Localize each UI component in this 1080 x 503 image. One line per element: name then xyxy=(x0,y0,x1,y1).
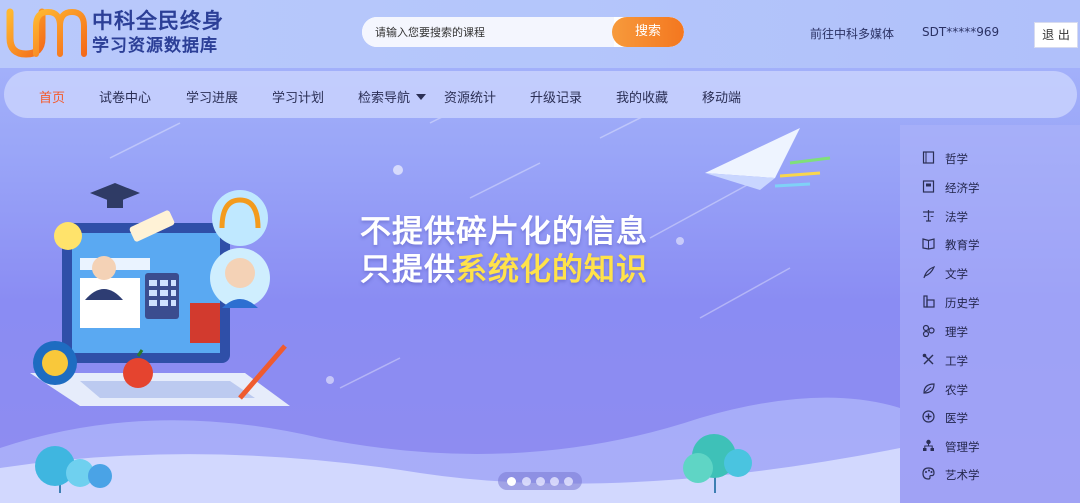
nav-item-search-nav-label: 检索导航 xyxy=(358,91,411,106)
logo-title[interactable]: 中科全民终身 学习资源数据库 xyxy=(92,9,224,59)
category-label: 教育学 xyxy=(945,238,980,252)
category-label: 文学 xyxy=(945,267,968,281)
carousel-indicator xyxy=(498,472,582,490)
org-chart-icon xyxy=(923,439,934,451)
carousel-dot[interactable] xyxy=(522,477,531,486)
nav-item-search-nav[interactable]: 检索导航 xyxy=(358,87,427,106)
ledger-icon xyxy=(922,180,935,193)
nav-item-mobile[interactable]: 移动端 xyxy=(702,87,741,106)
search-input[interactable] xyxy=(362,17,614,47)
search-bar: 搜索 xyxy=(362,17,684,47)
media-link[interactable]: 前往中科多媒体 xyxy=(810,25,894,42)
category-label: 医学 xyxy=(945,411,968,425)
banner-slogan: 不提供碎片化的信息 只提供系统化的知识 xyxy=(360,213,648,289)
carousel-dot[interactable] xyxy=(564,477,573,486)
category-label: 历史学 xyxy=(945,296,980,310)
quill-icon xyxy=(923,266,935,279)
tools-icon xyxy=(922,353,934,365)
carousel-dot[interactable] xyxy=(536,477,545,486)
nav-item-progress[interactable]: 学习进展 xyxy=(186,87,238,106)
medical-cross-icon xyxy=(922,410,935,423)
banner-illustration xyxy=(0,77,900,503)
leaf-icon xyxy=(923,383,935,394)
category-label: 管理学 xyxy=(945,440,980,454)
category-label: 农学 xyxy=(945,383,968,397)
slogan-highlight: 系统化的知识 xyxy=(456,252,648,288)
search-button[interactable]: 搜索 xyxy=(612,17,684,47)
nav-item-home[interactable]: 首页 xyxy=(39,87,65,106)
category-panel: 哲学 经济学 法学 教育学 文学 历史学 理学 工学 农学 医学 管理学 艺术学 xyxy=(900,125,1080,503)
book-icon xyxy=(922,151,935,164)
nav-item-resource-stats[interactable]: 资源统计 xyxy=(444,87,496,106)
category-label: 哲学 xyxy=(945,152,968,166)
nav-item-exam-center[interactable]: 试卷中心 xyxy=(99,87,151,106)
logo-icon[interactable] xyxy=(6,6,88,60)
scroll-icon xyxy=(923,295,935,308)
nav-item-favorites[interactable]: 我的收藏 xyxy=(616,87,668,106)
palette-icon xyxy=(922,467,935,480)
hero-banner[interactable]: 不提供碎片化的信息 只提供系统化的知识 xyxy=(0,77,900,503)
slogan-line2: 只提供系统化的知识 xyxy=(360,251,648,289)
logout-button[interactable]: 退 出 xyxy=(1034,22,1078,48)
main-nav: 首页 试卷中心 学习进展 学习计划 检索导航 资源统计 升级记录 我的收藏 移动… xyxy=(4,71,1077,118)
scales-icon xyxy=(923,210,934,222)
paper-plane-icon xyxy=(705,128,831,190)
top-header: 中科全民终身 学习资源数据库 搜索 前往中科多媒体 SDT*****969 退 … xyxy=(0,0,1080,68)
category-label: 艺术学 xyxy=(945,468,980,482)
logo-title-line1: 中科全民终身 xyxy=(92,9,224,33)
carousel-dot[interactable] xyxy=(507,477,516,486)
slogan-line2-prefix: 只提供 xyxy=(360,252,456,288)
nav-item-upgrade-log[interactable]: 升级记录 xyxy=(530,87,582,106)
category-label: 法学 xyxy=(945,210,968,224)
atom-icon xyxy=(922,324,935,337)
category-label: 经济学 xyxy=(945,181,980,195)
caret-down-icon xyxy=(416,94,427,100)
category-label: 工学 xyxy=(945,354,968,368)
education-illustration xyxy=(30,183,290,406)
carousel-dot[interactable] xyxy=(550,477,559,486)
user-account[interactable]: SDT*****969 xyxy=(922,25,999,39)
category-label: 理学 xyxy=(945,325,968,339)
logo-title-line2: 学习资源数据库 xyxy=(92,36,218,56)
nav-item-study-plan[interactable]: 学习计划 xyxy=(272,87,324,106)
open-book-icon xyxy=(922,238,935,250)
slogan-line1: 不提供碎片化的信息 xyxy=(360,214,648,250)
